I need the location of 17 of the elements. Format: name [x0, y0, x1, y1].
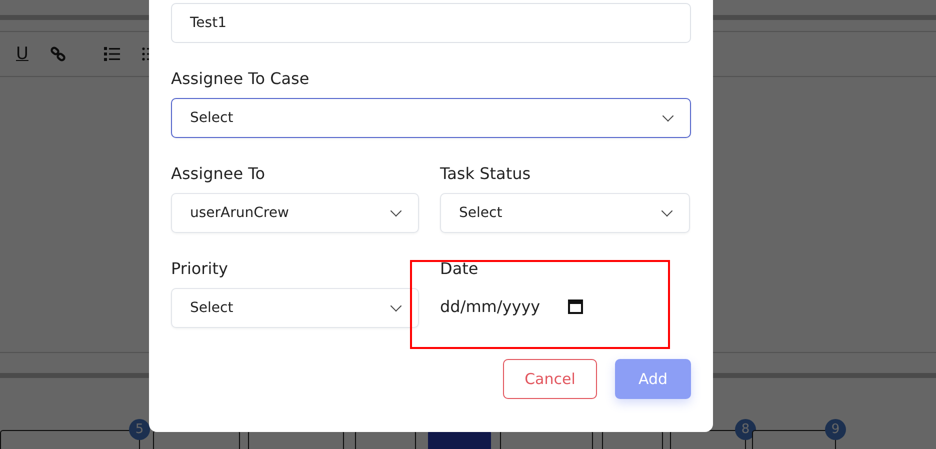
priority-select[interactable]: Select	[171, 288, 419, 328]
task-status-select[interactable]: Select	[440, 193, 690, 233]
numbered-list-icon[interactable]	[104, 47, 120, 61]
cancel-button[interactable]: Cancel	[503, 359, 597, 399]
field-label: Date	[440, 259, 480, 278]
field-label: Assignee To Case	[171, 69, 310, 88]
assignee-select[interactable]: userArunCrew	[171, 193, 419, 233]
field-label: Task Status	[440, 164, 532, 183]
calendar-icon[interactable]	[568, 298, 584, 314]
date-field[interactable]: dd/mm/yyyy	[440, 292, 590, 320]
assignee-case-select[interactable]: Select	[171, 98, 691, 138]
count-badge: 9	[825, 419, 846, 440]
field-label: Assignee To	[171, 164, 266, 183]
link-icon[interactable]	[50, 46, 66, 62]
count-badge: 5	[129, 419, 150, 440]
field-label: Priority	[171, 259, 229, 278]
name-field[interactable]: Test1	[171, 3, 691, 43]
